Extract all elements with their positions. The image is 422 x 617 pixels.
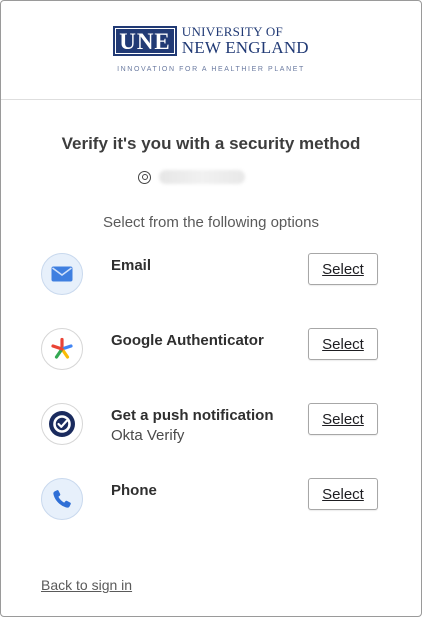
option-google-authenticator: Google Authenticator Select	[1, 328, 421, 403]
google-authenticator-icon	[41, 328, 83, 370]
page-subtitle: Select from the following options	[103, 214, 319, 231]
option-name: Google Authenticator	[111, 332, 264, 349]
option-name: Phone	[111, 482, 157, 499]
email-icon	[41, 253, 83, 295]
okta-verify-icon	[41, 403, 83, 445]
back-to-sign-in-link[interactable]: Back to sign in	[41, 577, 132, 593]
user-identifier	[1, 167, 421, 187]
select-email-button[interactable]: Select	[308, 253, 378, 285]
une-logo: UNE UNIVERSITY OF NEW ENGLAND	[113, 25, 309, 56]
sign-in-widget: UNE UNIVERSITY OF NEW ENGLAND INNOVATION…	[0, 0, 422, 617]
logo-wordmark: UNIVERSITY OF NEW ENGLAND	[182, 25, 309, 56]
authenticator-list: Email Select Google Authenticator Select…	[1, 253, 421, 553]
page-title: Verify it's you with a security method	[61, 134, 361, 153]
option-subtext: Okta Verify	[111, 427, 185, 444]
select-push-notification-button[interactable]: Select	[308, 403, 378, 435]
logo-line-1: UNIVERSITY OF	[181, 24, 284, 39]
redacted-username	[158, 170, 245, 184]
option-name: Email	[111, 257, 152, 274]
logo-line-2: NEW ENGLAND	[181, 38, 309, 57]
user-icon	[137, 170, 151, 184]
select-google-authenticator-button[interactable]: Select	[308, 328, 378, 360]
logo-mark: UNE	[113, 25, 177, 56]
option-phone: Phone Select	[1, 478, 421, 553]
option-name: Get a push notification	[111, 407, 274, 424]
select-phone-button[interactable]: Select	[308, 478, 378, 510]
option-push-notification: Get a push notification Okta Verify Sele…	[1, 403, 421, 478]
logo-tagline: INNOVATION FOR A HEALTHIER PLANET	[117, 66, 305, 73]
phone-icon	[41, 478, 83, 520]
option-email: Email Select	[1, 253, 421, 328]
header: UNE UNIVERSITY OF NEW ENGLAND INNOVATION…	[1, 1, 421, 100]
